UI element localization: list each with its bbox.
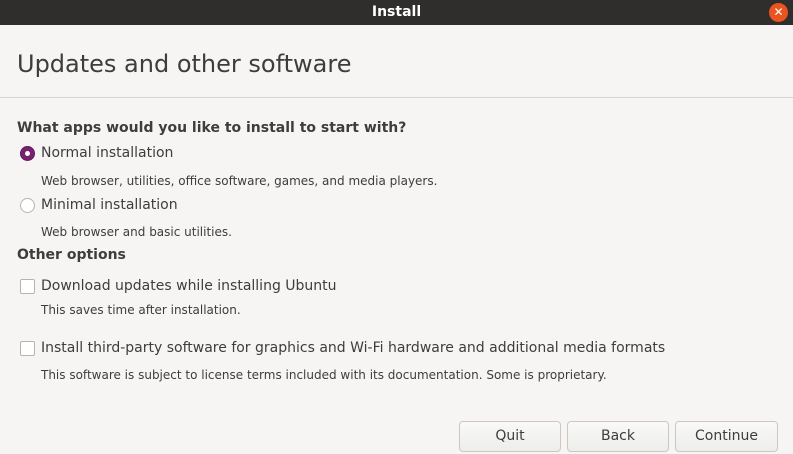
download-updates-checkbox[interactable]: Download updates while installing Ubuntu [20, 276, 337, 296]
third-party-software-description: This software is subject to license term… [41, 368, 607, 382]
page-title: Updates and other software [17, 50, 352, 78]
download-updates-label: Download updates while installing Ubuntu [41, 278, 337, 294]
apps-section-heading: What apps would you like to install to s… [17, 120, 407, 136]
minimal-installation-description: Web browser and basic utilities. [41, 225, 232, 239]
third-party-software-checkbox[interactable]: Install third-party software for graphic… [20, 338, 665, 358]
checkbox[interactable] [20, 340, 35, 356]
continue-button[interactable]: Continue [675, 421, 778, 452]
normal-installation-label: Normal installation [41, 145, 174, 161]
quit-button[interactable]: Quit [459, 421, 561, 452]
other-options-heading: Other options [17, 247, 126, 263]
download-updates-description: This saves time after installation. [41, 303, 241, 317]
radio-button[interactable] [20, 197, 35, 213]
normal-installation-radio[interactable]: Normal installation [20, 143, 173, 163]
normal-installation-description: Web browser, utilities, office software,… [41, 174, 438, 188]
window-titlebar: Install ✕ [0, 0, 793, 25]
window-title: Install [371, 4, 422, 20]
page-header: Updates and other software [0, 25, 793, 98]
checkbox[interactable] [20, 278, 35, 294]
third-party-software-label: Install third-party software for graphic… [41, 340, 666, 356]
minimal-installation-radio[interactable]: Minimal installation [20, 195, 178, 215]
close-icon: ✕ [773, 5, 784, 19]
minimal-installation-label: Minimal installation [41, 197, 178, 213]
radio-button-selected[interactable] [20, 145, 35, 161]
back-button[interactable]: Back [567, 421, 669, 452]
close-button[interactable]: ✕ [769, 3, 788, 22]
